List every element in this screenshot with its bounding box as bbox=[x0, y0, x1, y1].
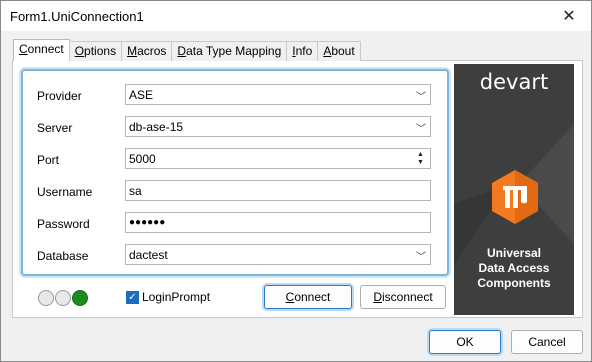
server-label: Server bbox=[37, 121, 73, 135]
disconnect-button[interactable]: Disconnect bbox=[360, 285, 446, 309]
chevron-down-icon: ﹀ bbox=[416, 92, 426, 103]
database-label: Database bbox=[37, 249, 89, 263]
server-value: db-ase-15 bbox=[129, 120, 184, 134]
connect-mnemonic: C bbox=[285, 290, 295, 304]
tab-options[interactable]: Options bbox=[68, 41, 123, 61]
tab-options-mnemonic: O bbox=[74, 44, 85, 58]
spin-arrows-icon[interactable]: ▲ ▼ bbox=[417, 151, 427, 167]
login-prompt-label: LoginPrompt bbox=[142, 290, 211, 304]
password-label: Password bbox=[37, 217, 90, 231]
tab-info[interactable]: Info bbox=[286, 41, 319, 61]
devart-banner: devart Universal Data Access Components bbox=[454, 64, 574, 315]
username-value: sa bbox=[129, 184, 142, 198]
window-title: Form1.UniConnection1 bbox=[10, 9, 144, 24]
tab-connect-label: onnect bbox=[27, 42, 64, 56]
database-combo[interactable]: dactest ﹀ bbox=[125, 244, 431, 265]
status-led-3-connected bbox=[72, 290, 88, 306]
tab-info-label: nfo bbox=[295, 44, 313, 58]
status-led-1 bbox=[38, 290, 54, 306]
login-prompt-checkbox-row[interactable]: ✓ LoginPrompt bbox=[126, 290, 210, 304]
database-value: dactest bbox=[129, 248, 168, 262]
port-spinner[interactable]: 5000 ▲ ▼ bbox=[125, 148, 431, 169]
connect-label: onnect bbox=[294, 290, 331, 304]
tab-macros-label: acros bbox=[137, 44, 167, 58]
status-led-2 bbox=[55, 290, 71, 306]
username-label: Username bbox=[37, 185, 93, 199]
password-input[interactable]: ●●●●●● bbox=[125, 212, 431, 233]
tab-connect[interactable]: Connect bbox=[13, 39, 70, 61]
provider-select[interactable]: ASE ﹀ bbox=[125, 84, 431, 105]
tab-connect-mnemonic: C bbox=[19, 42, 28, 56]
connect-button[interactable]: Connect bbox=[264, 285, 352, 309]
port-value: 5000 bbox=[129, 152, 156, 166]
disconnect-mnemonic: D bbox=[373, 290, 382, 304]
close-button[interactable]: ✕ bbox=[547, 1, 591, 31]
tab-macros-mnemonic: M bbox=[127, 44, 138, 58]
banner-caption-line-1: Universal bbox=[486, 246, 542, 260]
provider-value: ASE bbox=[129, 88, 154, 102]
disconnect-label: isconnect bbox=[381, 290, 433, 304]
port-label: Port bbox=[37, 153, 60, 167]
login-prompt-checkbox[interactable]: ✓ bbox=[126, 290, 139, 304]
title-bar: Form1.UniConnection1 ✕ bbox=[1, 1, 591, 31]
tab-data-type-mapping-mnemonic: D bbox=[177, 44, 187, 58]
chevron-down-icon: ﹀ bbox=[416, 252, 426, 263]
tab-about[interactable]: About bbox=[317, 41, 361, 61]
server-combo[interactable]: db-ase-15 ﹀ bbox=[125, 116, 431, 137]
ok-button[interactable]: OK bbox=[429, 330, 501, 354]
provider-label: Provider bbox=[37, 89, 82, 103]
tab-options-label: ptions bbox=[84, 44, 117, 58]
tab-about-label: bout bbox=[331, 44, 355, 58]
username-input[interactable]: sa bbox=[125, 180, 431, 201]
banner-caption-line-2: Data Access bbox=[478, 261, 550, 275]
tab-data-type-mapping-label: ata Type Mapping bbox=[186, 44, 282, 58]
cancel-button[interactable]: Cancel bbox=[511, 330, 583, 354]
banner-caption: Universal Data Access Components bbox=[454, 246, 574, 291]
close-icon: ✕ bbox=[562, 8, 576, 25]
chevron-down-icon: ﹀ bbox=[416, 124, 426, 135]
tab-strip: Connect Options Macros Data Type Mapping… bbox=[13, 39, 361, 61]
tab-data-type-mapping[interactable]: Data Type Mapping bbox=[171, 41, 288, 61]
universal-data-access-icon bbox=[490, 169, 540, 225]
banner-caption-line-3: Components bbox=[477, 276, 551, 290]
password-value: ●●●●●● bbox=[129, 217, 166, 228]
tab-macros[interactable]: Macros bbox=[121, 41, 173, 61]
dialog-window: Form1.UniConnection1 ✕ Connect Options M… bbox=[0, 0, 592, 362]
